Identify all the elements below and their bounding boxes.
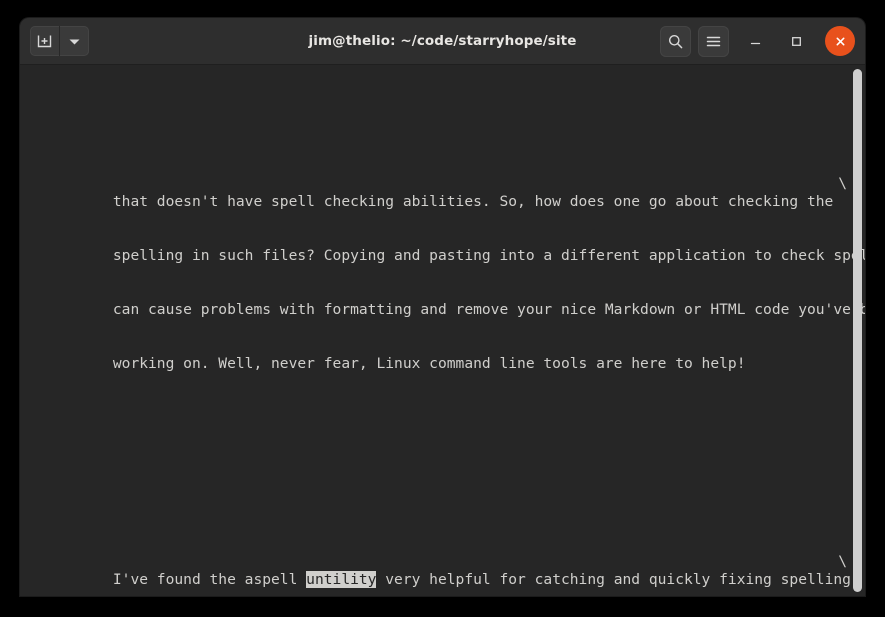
new-tab-button-group bbox=[30, 26, 89, 56]
new-tab-button[interactable] bbox=[30, 26, 59, 56]
chevron-down-icon bbox=[69, 39, 80, 44]
close-button[interactable] bbox=[825, 26, 855, 56]
terminal-line: can cause problems with formatting and r… bbox=[25, 283, 865, 318]
maximize-button[interactable] bbox=[781, 26, 811, 56]
minimize-button[interactable] bbox=[740, 26, 770, 56]
aspell-line-prefix: I've found the aspell bbox=[112, 571, 307, 588]
terminal-paragraph-block: that doesn't have spell checking abiliti… bbox=[25, 139, 865, 445]
terminal-aspell-block: I've found the aspell untility very help… bbox=[25, 517, 851, 596]
terminal-text-area: that doesn't have spell checking abiliti… bbox=[25, 65, 865, 596]
headerbar-left-controls bbox=[30, 26, 89, 56]
terminal-line-misspelling: I've found the aspell untility very help… bbox=[25, 553, 851, 588]
terminal-window: jim@thelio: ~/code/starryhope/site that … bbox=[20, 18, 865, 596]
terminal-line: working on. Well, never fear, Linux comm… bbox=[25, 337, 847, 372]
terminal-line: that doesn't have spell checking abiliti… bbox=[25, 175, 847, 210]
hamburger-menu-icon bbox=[706, 36, 721, 46]
aspell-line-suffix: very helpful for catching and quickly fi… bbox=[376, 571, 851, 588]
tab-options-button[interactable] bbox=[59, 26, 89, 56]
minimize-icon bbox=[750, 42, 760, 44]
terminal-line-text: that doesn't have spell checking abiliti… bbox=[112, 193, 834, 210]
main-menu-button[interactable] bbox=[698, 25, 729, 57]
maximize-icon bbox=[791, 36, 801, 46]
terminal-body[interactable]: that doesn't have spell checking abiliti… bbox=[20, 65, 865, 596]
search-icon bbox=[669, 34, 683, 48]
misspelled-word-highlight[interactable]: untility bbox=[306, 571, 377, 588]
scrollbar-thumb[interactable] bbox=[853, 69, 862, 592]
headerbar-right-controls bbox=[653, 25, 855, 57]
terminal-line: spelling in such files? Copying and past… bbox=[25, 229, 865, 264]
terminal-line-text: working on. Well, never fear, Linux comm… bbox=[112, 355, 746, 372]
search-button[interactable] bbox=[660, 25, 691, 57]
wrap-continuation-marker: \ bbox=[838, 553, 847, 570]
new-tab-icon bbox=[37, 35, 52, 47]
terminal-scrollbar[interactable] bbox=[853, 69, 862, 592]
close-icon bbox=[836, 37, 844, 45]
window-headerbar: jim@thelio: ~/code/starryhope/site bbox=[20, 18, 865, 65]
wrap-continuation-marker: \ bbox=[838, 175, 847, 192]
terminal-line-text: can cause problems with formatting and r… bbox=[112, 301, 865, 318]
terminal-line-text: spelling in such files? Copying and past… bbox=[112, 247, 865, 264]
